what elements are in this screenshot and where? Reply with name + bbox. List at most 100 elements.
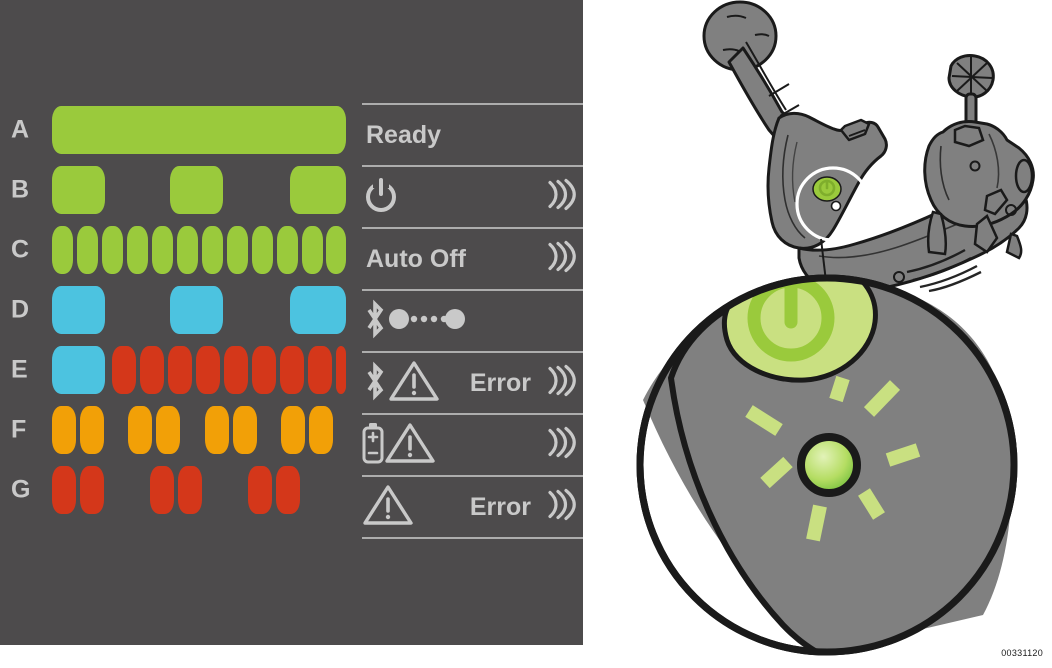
pattern-block xyxy=(302,226,323,274)
blink-pattern-red-double-blink xyxy=(52,466,346,514)
status-row-bluetooth-error: Error xyxy=(362,351,583,413)
row-letter-a: A xyxy=(11,115,30,144)
pattern-block xyxy=(248,466,272,514)
indicator-row-a: A xyxy=(0,100,360,160)
blink-pattern-slow-green-blink xyxy=(52,166,346,214)
status-row-ready: Ready xyxy=(362,103,583,165)
pattern-block xyxy=(52,286,105,334)
blink-pattern-blue-then-fast-red xyxy=(52,346,346,394)
sound-waves-slot xyxy=(543,238,577,281)
sound-waves-icon xyxy=(543,176,577,219)
magnified-detail xyxy=(636,274,1018,656)
status-label-auto-off: Auto Off xyxy=(366,244,466,273)
device-illustration-svg xyxy=(636,0,1035,656)
pattern-block xyxy=(156,406,180,454)
pattern-block xyxy=(128,406,152,454)
pattern-block xyxy=(77,226,98,274)
pattern-block xyxy=(202,226,223,274)
sound-waves-slot xyxy=(543,424,577,467)
pattern-block xyxy=(252,226,273,274)
pattern-block xyxy=(326,226,346,274)
status-row-power xyxy=(362,165,583,227)
power-icon xyxy=(362,176,400,219)
indicator-row-c: C xyxy=(0,220,360,280)
pattern-block xyxy=(252,346,276,394)
pattern-block xyxy=(52,226,73,274)
pattern-block xyxy=(112,346,136,394)
status-label-ready: Ready xyxy=(366,120,442,149)
pattern-block xyxy=(150,466,174,514)
sound-waves-icon xyxy=(543,424,577,467)
status-row-battery-error xyxy=(362,413,583,475)
bluetooth-icon xyxy=(362,360,388,407)
legend-panel: A B C D E F G Ready Auto Off Error Error xyxy=(0,0,583,645)
warning-triangle-icon xyxy=(384,421,436,470)
pattern-block xyxy=(178,466,202,514)
pattern-block xyxy=(152,226,173,274)
pattern-block xyxy=(127,226,148,274)
status-row-bluetooth-pairing xyxy=(362,289,583,351)
pattern-block xyxy=(224,346,248,394)
indicator-row-d: D xyxy=(0,280,360,340)
row-letter-b: B xyxy=(11,175,30,204)
indicator-row-b: B xyxy=(0,160,360,220)
status-row-general-error: Error xyxy=(362,475,583,539)
pattern-block xyxy=(52,166,105,214)
pattern-block xyxy=(233,406,257,454)
pattern-block xyxy=(336,346,346,394)
blink-pattern-orange-double-blink xyxy=(52,406,346,454)
indicator-row-f: F xyxy=(0,400,360,460)
pattern-block xyxy=(277,226,298,274)
row-letter-e: E xyxy=(11,355,29,384)
handle-assembly xyxy=(702,0,1035,293)
status-row-auto-off: Auto Off xyxy=(362,227,583,289)
blink-pattern-fast-green-blink xyxy=(52,226,346,274)
connection-dots-icon xyxy=(388,307,466,336)
pattern-block xyxy=(168,346,192,394)
pattern-block xyxy=(52,346,105,394)
pattern-block xyxy=(196,346,220,394)
status-label-bluetooth-error: Error xyxy=(469,368,531,397)
document-id: 00331120 xyxy=(1001,648,1043,658)
pattern-block xyxy=(102,226,123,274)
pattern-block xyxy=(290,286,346,334)
pattern-block xyxy=(52,106,346,154)
pattern-block xyxy=(80,466,104,514)
sound-waves-slot xyxy=(543,486,577,529)
pattern-block xyxy=(281,406,305,454)
status-list: Ready Auto Off Error Error xyxy=(362,103,583,539)
sound-waves-slot xyxy=(543,176,577,219)
pattern-block xyxy=(290,166,346,214)
blink-pattern-slow-blue-blink xyxy=(52,286,346,334)
indicator-rows-group: A B C D E F G xyxy=(0,100,360,520)
warning-triangle-icon xyxy=(362,483,414,532)
pattern-block xyxy=(280,346,304,394)
pattern-block xyxy=(276,466,300,514)
pattern-block xyxy=(80,406,104,454)
pattern-block xyxy=(52,466,76,514)
pattern-block xyxy=(205,406,229,454)
battery-icon xyxy=(362,422,384,469)
warning-triangle-icon xyxy=(388,359,440,408)
row-letter-f: F xyxy=(11,415,27,444)
pattern-block xyxy=(170,286,223,334)
device-illustration: 00331120 xyxy=(583,0,1052,663)
sound-waves-icon xyxy=(543,238,577,281)
pattern-block xyxy=(140,346,164,394)
indicator-row-g: G xyxy=(0,460,360,520)
pattern-block xyxy=(309,406,333,454)
pattern-block xyxy=(52,406,76,454)
pattern-block xyxy=(177,226,198,274)
indicator-row-e: E xyxy=(0,340,360,400)
pattern-block xyxy=(227,226,248,274)
bluetooth-icon xyxy=(362,298,388,345)
sound-waves-slot xyxy=(543,362,577,405)
blink-pattern-continuous-green xyxy=(52,106,346,154)
status-label-general-error: Error xyxy=(469,492,531,521)
sound-waves-icon xyxy=(543,362,577,405)
sound-waves-icon xyxy=(543,486,577,529)
pattern-block xyxy=(308,346,332,394)
pattern-block xyxy=(170,166,223,214)
row-letter-d: D xyxy=(11,295,30,324)
row-letter-c: C xyxy=(11,235,30,264)
